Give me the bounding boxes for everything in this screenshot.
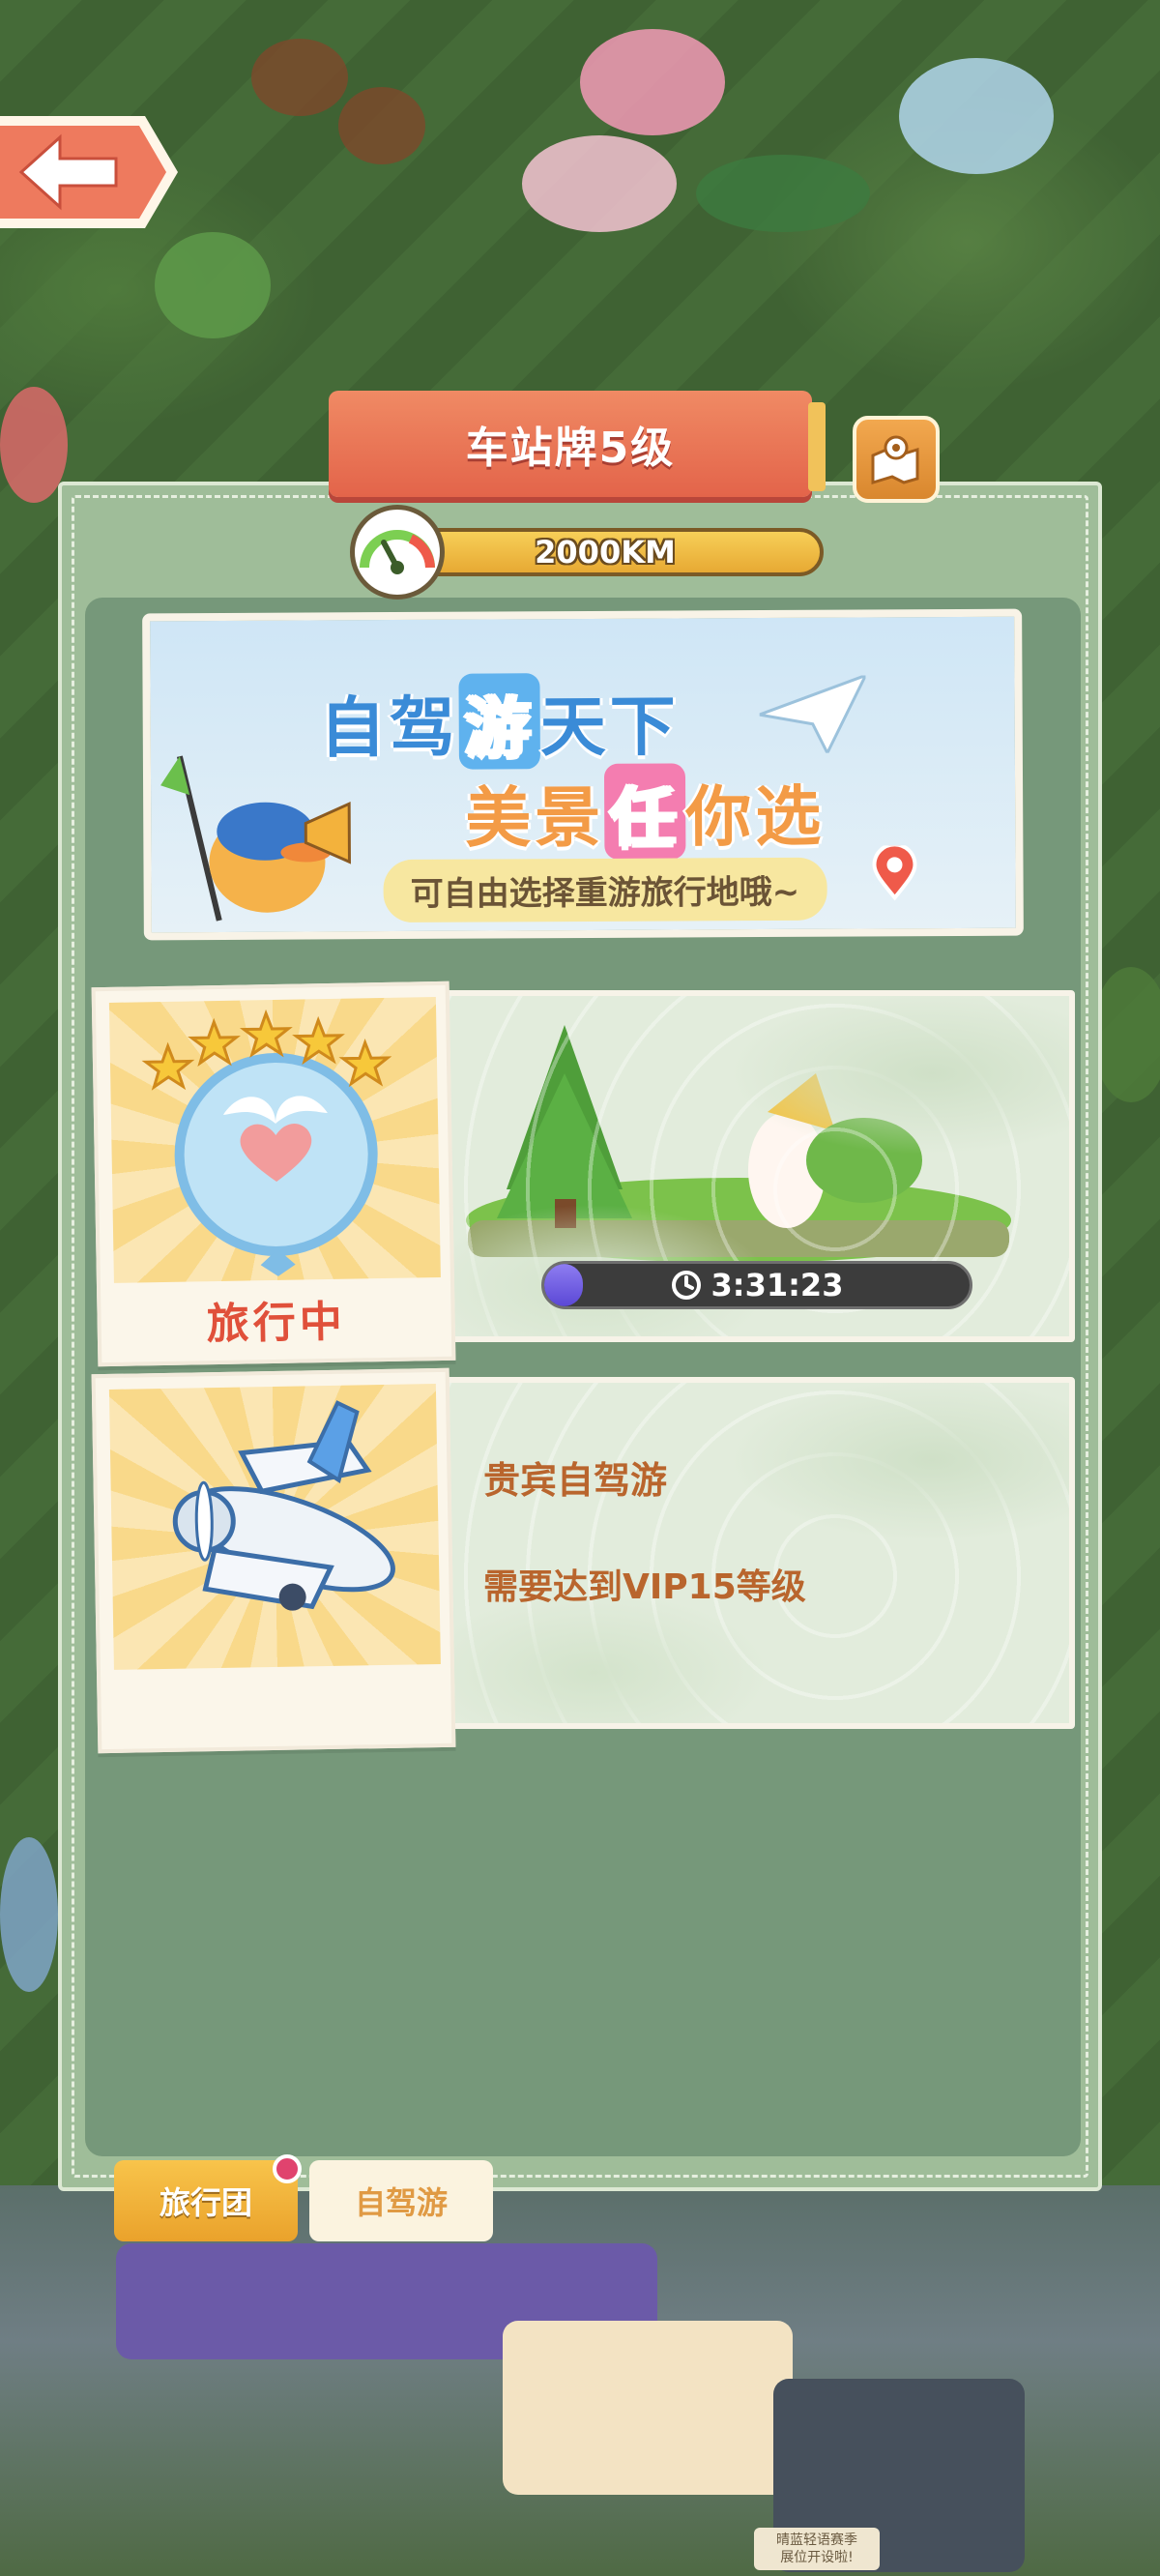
travel-card-vip[interactable] bbox=[91, 1367, 1075, 1754]
destination-thumbnail bbox=[91, 1367, 456, 1754]
fountain-decoration bbox=[0, 1837, 58, 1992]
vip-requirement-text: 需要达到VIP15等级 bbox=[483, 1567, 806, 1607]
speedometer-icon bbox=[350, 505, 445, 600]
tab-label: 旅行团 bbox=[159, 2184, 252, 2221]
travel-status-label: 旅行中 bbox=[206, 1297, 347, 1350]
distance-bar: 2000KM bbox=[387, 528, 824, 576]
tab-label: 自驾游 bbox=[354, 2184, 448, 2221]
map-pin-icon bbox=[871, 435, 919, 485]
airplane-icon bbox=[172, 1400, 395, 1611]
notification-dot bbox=[273, 2154, 302, 2183]
destination-thumbnail: 旅行中 bbox=[91, 981, 456, 1367]
bag-decoration bbox=[251, 39, 348, 116]
hedge-decoration bbox=[696, 155, 870, 232]
season-sign: 晴蓝轻语赛季 展位开设啦! bbox=[754, 2528, 880, 2570]
tab-self-drive[interactable]: 自驾游 bbox=[309, 2160, 493, 2241]
back-button[interactable] bbox=[0, 108, 184, 236]
vip-trip-title: 贵宾自驾游 bbox=[483, 1459, 668, 1502]
banner-line-2: 美景任你选 bbox=[465, 763, 826, 861]
elephant-decoration bbox=[899, 58, 1054, 174]
travel-timer-bar: 3:31:23 bbox=[541, 1261, 972, 1309]
bush-decoration bbox=[155, 232, 271, 338]
cake-shop bbox=[503, 2321, 793, 2495]
clock-icon bbox=[671, 1271, 701, 1300]
banner-subtitle: 可自由选择重游旅行地哦~ bbox=[383, 857, 827, 923]
timer-value: 3:31:23 bbox=[710, 1267, 844, 1303]
page-title: 车站牌5级 bbox=[465, 424, 676, 473]
distance-value: 2000KM bbox=[535, 534, 676, 571]
promo-banner: 自驾游天下 美景任你选 可自由选择重游旅行地哦~ bbox=[142, 608, 1024, 941]
card-map-background bbox=[443, 1377, 1075, 1729]
tab-tour-group[interactable]: 旅行团 bbox=[114, 2154, 302, 2241]
tree-decoration bbox=[1092, 967, 1160, 1102]
map-button[interactable] bbox=[853, 416, 940, 503]
banner-line-1: 自驾游天下 bbox=[319, 672, 680, 770]
title-ribbon: 车站牌5级 bbox=[329, 391, 826, 497]
paper-plane-icon bbox=[759, 675, 866, 754]
back-arrow-icon bbox=[0, 116, 178, 228]
bag-decoration bbox=[338, 87, 425, 164]
rainbow-fountain bbox=[580, 29, 725, 135]
bottom-scenery bbox=[0, 2185, 1160, 2576]
heart-badge-icon bbox=[141, 1009, 392, 1276]
rainbow-fountain bbox=[522, 135, 677, 232]
location-pin-icon bbox=[872, 845, 917, 901]
